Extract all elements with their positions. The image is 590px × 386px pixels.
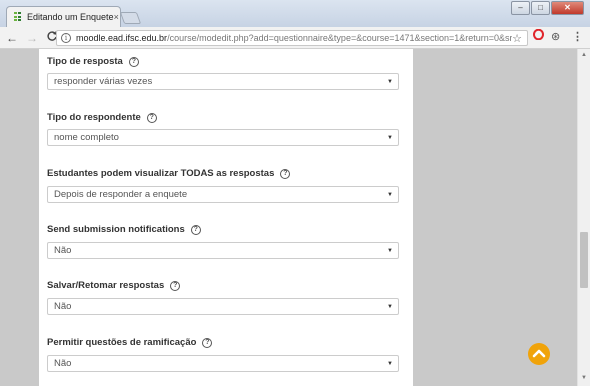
minimize-button[interactable]: –: [511, 1, 530, 15]
select-value: Não: [54, 245, 72, 256]
back-arrow-icon[interactable]: ←: [4, 30, 20, 46]
browser-tab[interactable]: Editando um Enquete ×: [6, 6, 121, 27]
extension-icon[interactable]: ⊛: [551, 30, 560, 43]
field-label-submission-notifications: Send submission notifications ?: [47, 224, 201, 235]
maximize-button[interactable]: □: [531, 1, 550, 15]
field-label-tipo-resposta: Tipo de resposta ?: [47, 56, 139, 67]
select-value: Não: [54, 301, 72, 312]
help-icon[interactable]: ?: [202, 337, 213, 348]
chevron-up-icon: [532, 349, 546, 358]
caret-down-icon: ▼: [387, 78, 393, 85]
vertical-scrollbar[interactable]: ▲ ▼: [577, 49, 590, 386]
opera-icon[interactable]: [533, 28, 544, 43]
browser-toolbar: ← → i moodle.ead.ifsc.edu.br/course/mode…: [0, 27, 590, 49]
bookmark-star-icon[interactable]: ☆: [512, 32, 522, 45]
help-icon[interactable]: ?: [128, 56, 139, 67]
select-value: responder várias vezes: [54, 76, 153, 87]
tab-title: Editando um Enquete: [27, 12, 114, 22]
url-path: /course/modedit.php?add=questionnaire&ty…: [167, 33, 513, 43]
select-visualizar-respostas[interactable]: Depois de responder a enquete ▼: [47, 186, 399, 203]
caret-down-icon: ▼: [387, 360, 393, 367]
scroll-up-icon[interactable]: ▲: [581, 52, 587, 58]
select-submission-notifications[interactable]: Não ▼: [47, 242, 399, 259]
scrollbar-thumb[interactable]: [580, 232, 588, 288]
address-bar[interactable]: i moodle.ead.ifsc.edu.br/course/modedit.…: [56, 30, 528, 46]
field-label-ramificacao: Permitir questões de ramificação ?: [47, 337, 213, 348]
forward-arrow-icon[interactable]: →: [24, 30, 40, 46]
label-text: Permitir questões de ramificação: [47, 337, 197, 348]
field-label-salvar-retomar: Salvar/Retomar respostas ?: [47, 280, 181, 291]
url-text[interactable]: moodle.ead.ifsc.edu.br/course/modedit.ph…: [76, 33, 512, 43]
tab-close-icon[interactable]: ×: [114, 12, 119, 22]
select-value: nome completo: [54, 132, 119, 143]
select-salvar-retomar[interactable]: Não ▼: [47, 298, 399, 315]
caret-down-icon: ▼: [387, 191, 393, 198]
back-to-top-button[interactable]: [528, 343, 550, 365]
label-text: Tipo de resposta: [47, 56, 123, 67]
select-ramificacao[interactable]: Não ▼: [47, 355, 399, 372]
label-text: Send submission notifications: [47, 224, 185, 235]
help-icon[interactable]: ?: [170, 280, 181, 291]
select-tipo-respondente[interactable]: nome completo ▼: [47, 129, 399, 146]
site-info-icon[interactable]: i: [61, 33, 71, 43]
select-value: Depois de responder a enquete: [54, 189, 188, 200]
close-window-button[interactable]: ✕: [551, 1, 584, 15]
select-tipo-resposta[interactable]: responder várias vezes ▼: [47, 73, 399, 90]
scroll-down-icon[interactable]: ▼: [581, 375, 587, 381]
new-tab-button[interactable]: [119, 12, 142, 24]
form-panel: Tipo de resposta ? responder várias veze…: [39, 49, 413, 386]
help-icon[interactable]: ?: [190, 224, 201, 235]
help-icon[interactable]: ?: [146, 112, 157, 123]
menu-icon[interactable]: ⋮: [572, 30, 583, 43]
select-value: Não: [54, 358, 72, 369]
label-text: Salvar/Retomar respostas: [47, 280, 165, 291]
field-label-tipo-respondente: Tipo do respondente ?: [47, 112, 157, 123]
caret-down-icon: ▼: [387, 247, 393, 254]
window-controls: – □ ✕: [510, 1, 584, 15]
help-icon[interactable]: ?: [280, 168, 291, 179]
page-viewport: Tipo de resposta ? responder várias veze…: [0, 49, 590, 386]
field-label-visualizar-respostas: Estudantes podem visualizar TODAS as res…: [47, 168, 291, 179]
caret-down-icon: ▼: [387, 134, 393, 141]
window-titlebar: Editando um Enquete × – □ ✕: [0, 0, 590, 27]
label-text: Tipo do respondente: [47, 112, 141, 123]
caret-down-icon: ▼: [387, 303, 393, 310]
url-domain: moodle.ead.ifsc.edu.br: [76, 33, 168, 43]
moodle-favicon-icon: [14, 12, 21, 22]
label-text: Estudantes podem visualizar TODAS as res…: [47, 168, 275, 179]
